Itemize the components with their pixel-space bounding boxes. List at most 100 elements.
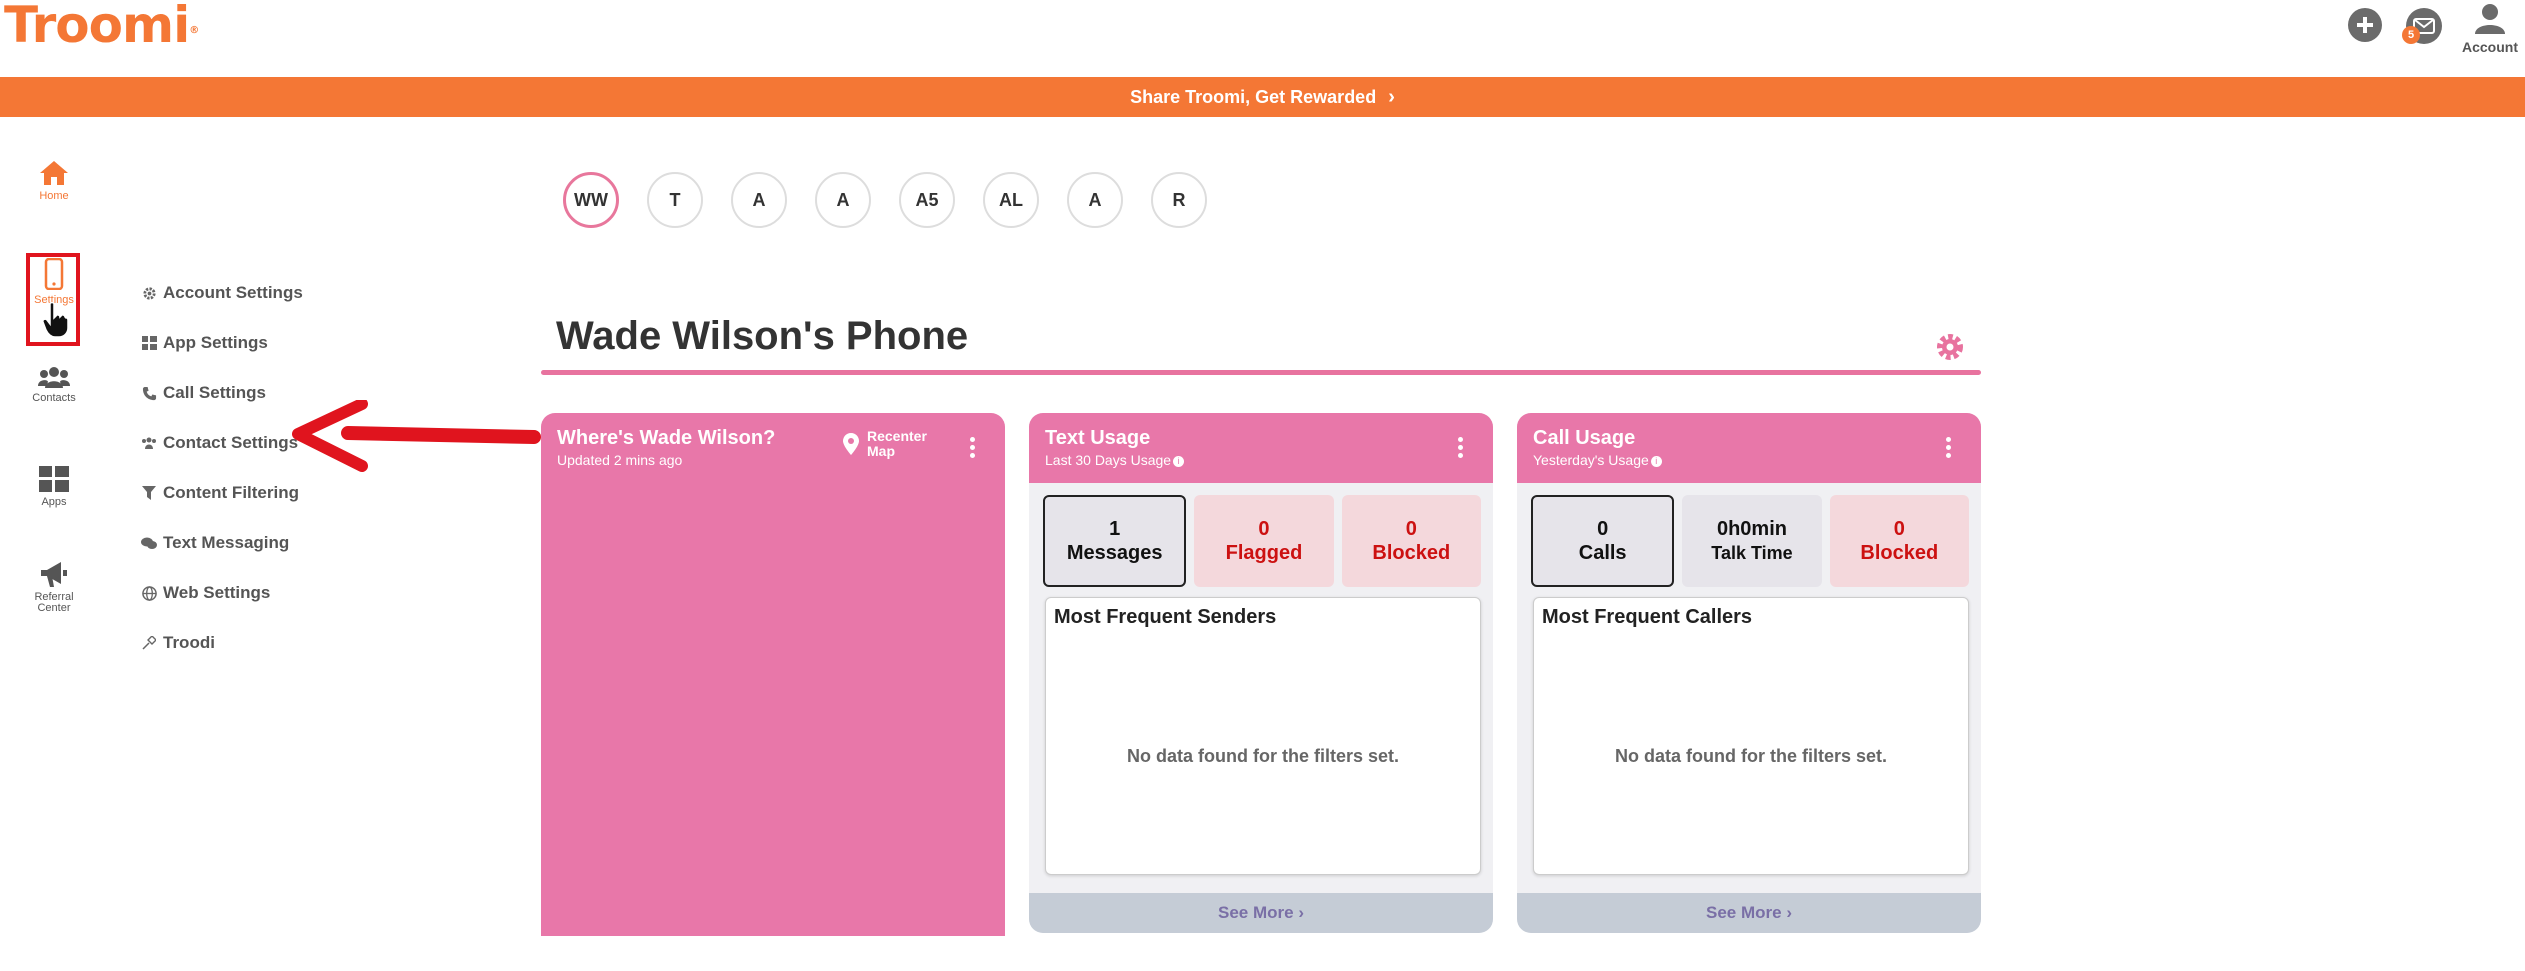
phone-icon	[140, 384, 158, 402]
empty-state-text: No data found for the filters set.	[1614, 746, 1887, 766]
gear-icon	[140, 284, 158, 302]
page-title: Wade Wilson's Phone	[556, 314, 969, 358]
device-avatar[interactable]: A	[1067, 172, 1123, 228]
call-usage-card: Call Usage Yesterday's Usage i 0 Calls 0h…	[1517, 413, 1981, 933]
submenu-call-settings[interactable]: Call Settings	[140, 368, 303, 418]
submenu-web-settings[interactable]: Web Settings	[140, 568, 303, 618]
submenu-label: Text Messaging	[163, 533, 290, 552]
stat-label: Blocked	[1372, 542, 1451, 564]
chat-icon	[140, 534, 158, 552]
submenu-troodi[interactable]: Troodi	[140, 618, 303, 668]
stat-value: 0	[1258, 518, 1270, 540]
device-avatar[interactable]: R	[1151, 172, 1207, 228]
submenu-app-settings[interactable]: App Settings	[140, 318, 303, 368]
call-usage-subtitle: Yesterday's Usage	[1533, 452, 1649, 468]
text-usage-title: Text Usage	[1045, 427, 1151, 449]
nav-contacts[interactable]: Contacts	[18, 366, 90, 404]
nav-referral-label-2: Center	[37, 602, 71, 614]
hand-cursor-icon	[42, 301, 69, 343]
red-arrow-annotation	[292, 400, 541, 472]
submenu-label: Content Filtering	[163, 483, 299, 502]
see-more-link[interactable]: See More ›	[1517, 893, 1981, 933]
flagged-stat[interactable]: 0 Flagged	[1194, 495, 1334, 587]
info-icon[interactable]: i	[1173, 456, 1185, 467]
megaphone-icon	[41, 562, 67, 587]
nav-apps-label: Apps	[41, 496, 67, 508]
submenu-label: Call Settings	[163, 383, 266, 402]
nav-referral-center[interactable]: Referral Center	[18, 560, 90, 614]
notification-badge: 5	[2402, 26, 2420, 44]
banner-text: Share Troomi, Get Rewarded	[1130, 86, 1377, 107]
device-selector: WW T A A A5 AL A R	[563, 172, 1235, 228]
recenter-label-2: Map	[867, 443, 895, 459]
blocked-stat[interactable]: 0 Blocked	[1341, 495, 1481, 587]
title-divider	[541, 370, 1981, 375]
frequent-senders-panel: Most Frequent Senders No data found for …	[1045, 597, 1481, 875]
stat-value: 0	[1893, 518, 1905, 540]
submenu-account-settings[interactable]: Account Settings	[140, 268, 303, 318]
submenu-label: Contact Settings	[163, 433, 299, 452]
submenu-text-messaging[interactable]: Text Messaging	[140, 518, 303, 568]
stat-label: Flagged	[1225, 542, 1303, 564]
account-menu[interactable]: Account	[2455, 2, 2525, 55]
chevron-right-icon: ›	[1298, 903, 1304, 922]
see-more-link[interactable]: See More ›	[1029, 893, 1493, 933]
frequent-callers-panel: Most Frequent Callers No data found for …	[1533, 597, 1969, 875]
recenter-label-1: Recenter	[867, 428, 927, 444]
recenter-map-button[interactable]: Recenter Map	[843, 429, 927, 459]
stat-value: 0h0min	[1716, 518, 1787, 540]
panel-title: Most Frequent Callers	[1542, 606, 1753, 628]
device-avatar[interactable]: AL	[983, 172, 1039, 228]
nav-settings[interactable]: Settings	[18, 258, 90, 306]
messages-stat[interactable]: 1 Messages	[1043, 495, 1187, 587]
nav-apps[interactable]: Apps	[18, 466, 90, 508]
text-usage-subtitle: Last 30 Days Usage	[1045, 452, 1172, 468]
add-icon[interactable]	[2348, 8, 2382, 42]
see-more-label: See More	[1218, 903, 1294, 922]
kebab-menu-icon[interactable]	[1458, 437, 1463, 461]
submenu-contact-settings[interactable]: Contact Settings	[140, 418, 303, 468]
device-avatar[interactable]: T	[647, 172, 703, 228]
device-avatar[interactable]: WW	[563, 172, 619, 228]
settings-submenu: Account Settings App Settings Call Setti…	[140, 268, 303, 668]
filter-icon	[140, 484, 158, 502]
device-avatar[interactable]: A5	[899, 172, 955, 228]
top-header: Troomi® 5 Account	[0, 0, 2525, 76]
account-label: Account	[2462, 39, 2518, 55]
stat-label: Messages	[1066, 542, 1163, 564]
see-more-label: See More	[1706, 903, 1782, 922]
kebab-menu-icon[interactable]	[1946, 437, 1951, 461]
nav-home-label: Home	[39, 190, 69, 202]
device-settings-gear-icon[interactable]	[1934, 331, 1966, 368]
device-avatar[interactable]: A	[731, 172, 787, 228]
chevron-right-icon: ›	[1786, 903, 1792, 922]
empty-state-text: No data found for the filters set.	[1126, 746, 1399, 766]
stat-label: Talk Time	[1711, 543, 1793, 563]
stat-value: 0	[1597, 518, 1609, 540]
blocked-calls-stat[interactable]: 0 Blocked	[1829, 495, 1969, 587]
talk-time-stat[interactable]: 0h0min Talk Time	[1682, 495, 1822, 587]
nav-contacts-label: Contacts	[32, 392, 76, 404]
calls-stat[interactable]: 0 Calls	[1531, 495, 1675, 587]
pin-icon	[140, 634, 158, 652]
apps-grid-icon	[39, 466, 69, 492]
nav-home[interactable]: Home	[18, 160, 90, 202]
messages-button[interactable]: 5	[2402, 8, 2442, 44]
home-icon	[40, 161, 68, 185]
stat-label: Calls	[1578, 542, 1627, 564]
call-usage-title: Call Usage	[1533, 427, 1636, 449]
submenu-content-filtering[interactable]: Content Filtering	[140, 468, 303, 518]
globe-icon	[140, 584, 158, 602]
location-card: Where's Wade Wilson? Updated 2 mins ago …	[541, 413, 1005, 936]
info-icon[interactable]: i	[1650, 456, 1662, 467]
chevron-right-icon: ›	[1388, 85, 1395, 108]
troomi-logo[interactable]: Troomi®	[4, 0, 199, 50]
map-pin-icon	[843, 433, 859, 455]
stat-value: 1	[1109, 518, 1121, 540]
submenu-label: Troodi	[163, 633, 215, 652]
kebab-menu-icon[interactable]	[970, 437, 975, 461]
submenu-label: Account Settings	[163, 283, 303, 302]
referral-banner[interactable]: Share Troomi, Get Rewarded ›	[0, 77, 2525, 117]
users-icon	[140, 434, 158, 452]
device-avatar[interactable]: A	[815, 172, 871, 228]
